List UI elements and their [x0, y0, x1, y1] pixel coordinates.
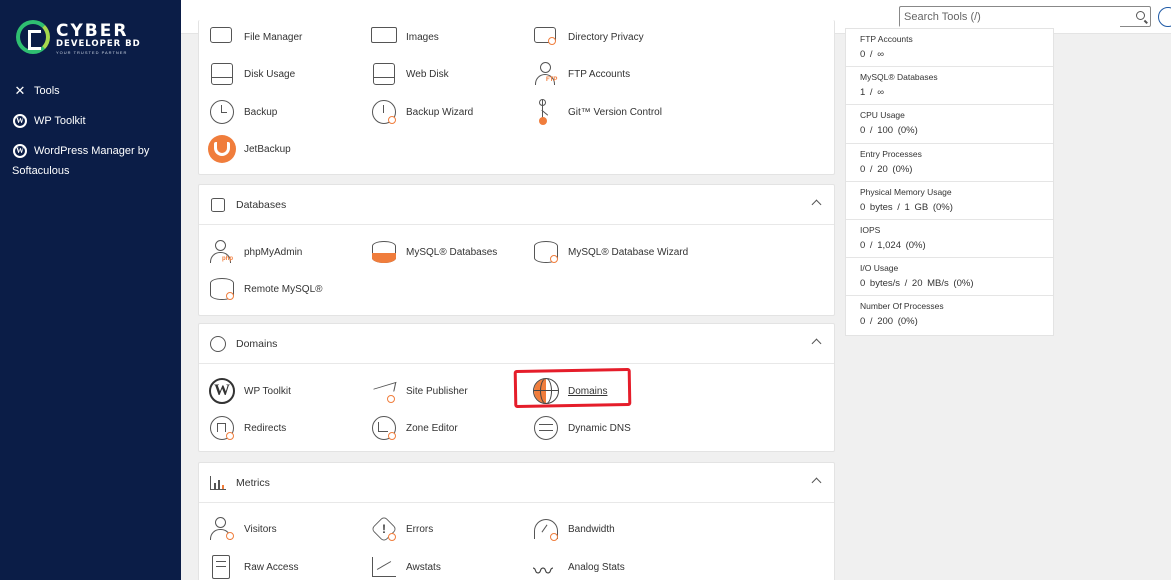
remote-mysql-icon [208, 275, 236, 303]
mysql-icon [370, 238, 398, 266]
errors-item[interactable]: ! Errors [370, 514, 433, 544]
bandwidth-item[interactable]: Bandwidth [532, 514, 615, 544]
images-item[interactable]: Images [370, 22, 439, 52]
mysql-databases-item[interactable]: MySQL® Databases [370, 237, 497, 267]
disk-icon [208, 60, 236, 88]
backup-wizard-icon [370, 98, 398, 126]
stats-panel: FTP Accounts 0 / ∞ MySQL® Databases 1 / … [845, 28, 1054, 336]
raw-access-item[interactable]: Raw Access [208, 552, 298, 580]
user-icon[interactable] [1158, 7, 1171, 27]
tools-icon: ✕ [14, 83, 26, 98]
wordpress-icon: W [12, 143, 28, 159]
collapse-icon[interactable] [811, 477, 822, 488]
sidebar-item-wp-toolkit[interactable]: W WP Toolkit [12, 111, 172, 131]
redirects-item[interactable]: Redirects [208, 413, 286, 443]
web-disk-icon [370, 60, 398, 88]
database-icon [209, 196, 226, 213]
phpmyadmin-item[interactable]: php phpMyAdmin [208, 237, 302, 267]
analog-stats-item[interactable]: 〰 Analog Stats [532, 552, 625, 580]
collapse-icon[interactable] [811, 338, 822, 349]
zone-editor-icon [370, 414, 398, 442]
backup-item[interactable]: Backup [208, 97, 277, 127]
raw-access-icon [208, 553, 236, 580]
stat-physical-memory: Physical Memory Usage 0 bytes / 1 GB (0%… [846, 182, 1053, 220]
redirect-icon [208, 414, 236, 442]
file-manager-item[interactable]: File Manager [208, 22, 302, 52]
dynamic-dns-item[interactable]: Dynamic DNS [532, 413, 631, 443]
awstats-item[interactable]: Awstats [370, 552, 441, 580]
sidebar-item-label: WP Toolkit [34, 115, 86, 127]
stat-entry-processes: Entry Processes 0 / 20 (0%) [846, 144, 1053, 182]
globe-icon [209, 335, 226, 352]
git-icon [532, 98, 560, 126]
waveform-icon: 〰 [533, 561, 553, 580]
git-version-control-item[interactable]: Git™ Version Control [532, 97, 662, 127]
metrics-panel: Metrics Visitors ! Errors Bandwidth Raw … [198, 462, 835, 580]
awstats-icon [370, 553, 398, 580]
zone-editor-item[interactable]: Zone Editor [370, 413, 458, 443]
visitors-item[interactable]: Visitors [208, 514, 277, 544]
stat-ftp-accounts: FTP Accounts 0 / ∞ [846, 29, 1053, 68]
search-input[interactable] [900, 7, 1120, 27]
brand-logo[interactable]: CYBER DEVELOPER BD YOUR TRUSTED PARTNER [16, 18, 146, 58]
ftp-accounts-item[interactable]: FTP FTP Accounts [532, 59, 630, 89]
jetbackup-item[interactable]: JetBackup [208, 134, 291, 164]
error-icon: ! [370, 515, 398, 543]
web-disk-item[interactable]: Web Disk [370, 59, 449, 89]
highlight-annotation [513, 367, 632, 409]
images-icon [370, 23, 398, 51]
wp-toolkit-item[interactable]: W WP Toolkit [208, 376, 291, 406]
stat-mysql-databases: MySQL® Databases 1 / ∞ [846, 67, 1053, 106]
databases-panel: Databases php phpMyAdmin MySQL® Database… [198, 184, 835, 316]
backup-icon [208, 98, 236, 126]
sidebar-item-wordpress-manager[interactable]: W WordPress Manager by Softaculous [12, 141, 162, 181]
sidebar-item-tools[interactable]: ✕ Tools [12, 81, 172, 101]
directory-privacy-item[interactable]: Directory Privacy [532, 22, 644, 52]
sidebar-item-label: Tools [34, 85, 60, 97]
remote-mysql-item[interactable]: Remote MySQL® [208, 274, 323, 304]
disk-usage-item[interactable]: Disk Usage [208, 59, 295, 89]
stat-iops: IOPS 0 / 1,024 (0%) [846, 220, 1053, 259]
stat-io-usage: I/O Usage 0 bytes/s / 20 MB/s (0%) [846, 258, 1053, 297]
visitors-icon [208, 515, 236, 543]
collapse-icon[interactable] [811, 199, 822, 210]
domains-header[interactable]: Domains [199, 324, 834, 364]
folder-lock-icon [532, 23, 560, 51]
mysql-wizard-icon [532, 238, 560, 266]
logo-mark-icon [16, 20, 50, 54]
jetbackup-icon [208, 135, 236, 163]
brand-name: CYBER [56, 21, 129, 41]
files-panel: File Manager Images Directory Privacy Di… [198, 20, 835, 175]
sidebar-item-label: WordPress Manager by Softaculous [12, 145, 150, 177]
site-publisher-item[interactable]: Site Publisher [370, 376, 468, 406]
bar-chart-icon [209, 474, 226, 491]
metrics-header[interactable]: Metrics [199, 463, 834, 503]
wordpress-icon: W [12, 113, 28, 129]
paper-plane-icon [370, 377, 398, 405]
brand-tag: YOUR TRUSTED PARTNER [56, 50, 128, 55]
phpmyadmin-icon: php [208, 238, 236, 266]
gauge-icon [532, 515, 560, 543]
folder-icon [208, 23, 236, 51]
search-box [899, 6, 1151, 27]
sidebar: CYBER DEVELOPER BD YOUR TRUSTED PARTNER … [0, 0, 181, 580]
stat-number-of-processes: Number Of Processes 0 / 200 (0%) [860, 301, 944, 328]
wordpress-icon: W [208, 377, 236, 405]
ftp-user-icon: FTP [532, 60, 560, 88]
dynamic-dns-icon [532, 414, 560, 442]
mysql-database-wizard-item[interactable]: MySQL® Database Wizard [532, 237, 688, 267]
search-icon[interactable] [1136, 11, 1145, 20]
stat-cpu-usage: CPU Usage 0 / 100 (0%) [846, 105, 1053, 144]
databases-header[interactable]: Databases [199, 185, 834, 225]
brand-sub: DEVELOPER BD [56, 39, 141, 49]
backup-wizard-item[interactable]: Backup Wizard [370, 97, 473, 127]
